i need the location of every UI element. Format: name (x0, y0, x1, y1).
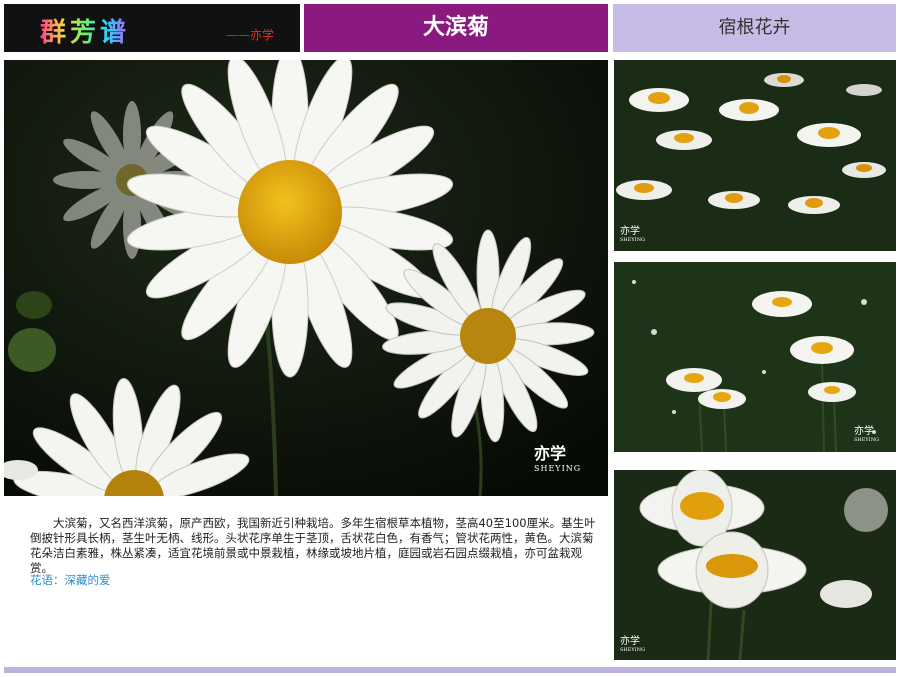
side-2-watermark-sub: SHEYING (854, 437, 880, 443)
main-daisy-photo: 亦学 SHEYING (4, 60, 608, 496)
category-label: 宿根花卉 (613, 4, 896, 52)
side-photo-1-illustration (614, 60, 896, 251)
page-title: 大滨菊 (304, 4, 608, 52)
description-text: 大滨菊，又名西洋滨菊，原产西欧，我国新近引种栽培。多年生宿根草本植物，茎高40至… (30, 516, 596, 575)
side-3-watermark-name: 亦学 (620, 636, 640, 647)
main-photo-illustration (4, 60, 608, 496)
side-1-watermark-sub: SHEYING (620, 237, 646, 243)
side-1-watermark-name: 亦学 (620, 226, 640, 237)
bottom-bar (4, 667, 896, 673)
side-photo-closeup-daisies: 亦学 SHEYING (614, 470, 896, 660)
watermark-name: 亦学 (534, 444, 567, 463)
side-photo-scattered-daisies: 亦学 SHEYING (614, 262, 896, 452)
flower-language: 花语：深藏的爱 (30, 573, 111, 587)
side-1-watermark: 亦学 SHEYING (620, 222, 645, 243)
side-2-watermark: 亦学 SHEYING (854, 422, 879, 443)
logo-text: 群芳谱 (40, 12, 130, 49)
side-3-watermark: 亦学 SHEYING (620, 632, 645, 653)
side-3-watermark-sub: SHEYING (620, 647, 646, 653)
logo-bar: 群芳谱 ——亦学 (4, 4, 300, 52)
side-photo-daisy-field: 亦学 SHEYING (614, 60, 896, 251)
author-signature: ——亦学 (226, 28, 275, 42)
side-photo-3-illustration (614, 470, 896, 660)
watermark-sub: SHEYING (534, 464, 582, 473)
photographer-watermark: 亦学 SHEYING (534, 440, 581, 473)
side-2-watermark-name: 亦学 (854, 426, 874, 437)
